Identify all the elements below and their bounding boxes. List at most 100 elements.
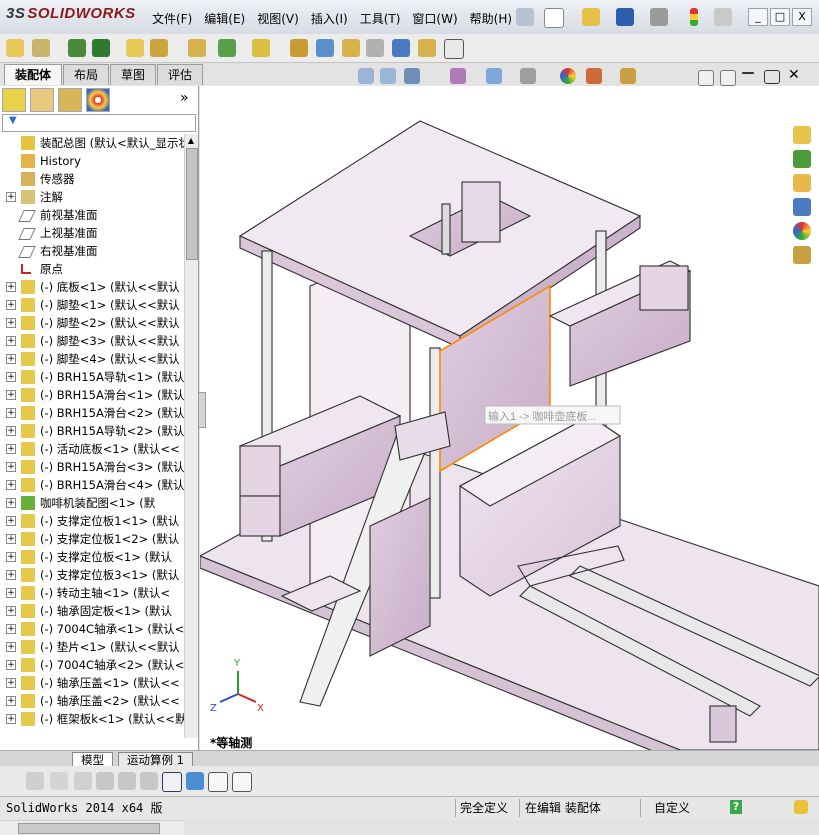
configuration-manager-tab-icon[interactable] [58, 88, 82, 112]
tree-item[interactable]: + (-) 转动主轴<1> (默认< [0, 584, 184, 602]
tree-item[interactable]: + (-) 7004C轴承<2> (默认< [0, 656, 184, 674]
tree-expand-icon[interactable]: + [6, 480, 16, 490]
print-icon[interactable] [650, 8, 668, 26]
tree-expand-icon[interactable]: + [6, 300, 16, 310]
view-orientation-icon[interactable] [486, 68, 502, 84]
insert-component-icon[interactable] [6, 39, 24, 57]
tree-item[interactable]: + (-) BRH15A滑台<4> (默认 [0, 476, 184, 494]
feature-manager-tab-icon[interactable] [2, 88, 26, 112]
tag-icon[interactable] [794, 800, 808, 814]
show-hidden-icon[interactable] [150, 39, 168, 57]
split-view-icon[interactable] [140, 772, 158, 790]
instant3d-icon[interactable] [418, 39, 436, 57]
tree-horizontal-scrollbar[interactable] [0, 820, 184, 835]
menu-window[interactable]: 窗口(W) [406, 8, 463, 29]
tree-vertical-scrollbar[interactable]: ▲ [184, 134, 198, 738]
options-gear-icon[interactable] [714, 8, 732, 26]
tree-expand-icon[interactable]: + [6, 534, 16, 544]
tree-item[interactable]: + (-) 脚垫<4> (默认<<默认 [0, 350, 184, 368]
graphics-viewport[interactable]: 输入1 -> 咖啡壶底板... Y X Z *等轴测 [200, 86, 819, 750]
save-icon[interactable] [616, 8, 634, 26]
reference-geometry-icon[interactable] [218, 39, 236, 57]
menu-tools[interactable]: 工具(T) [354, 8, 407, 29]
tree-expand-icon[interactable]: + [6, 192, 16, 202]
new-motion-study-icon[interactable] [252, 39, 270, 57]
two-view-icon[interactable] [208, 772, 228, 792]
viewport-restore-icon[interactable] [764, 70, 780, 84]
list-view-icon[interactable] [96, 772, 114, 790]
viewport-minimize-icon[interactable] [742, 72, 754, 74]
property-manager-tab-icon[interactable] [30, 88, 54, 112]
split-horizontal-icon[interactable] [698, 70, 714, 86]
tree-item[interactable]: + (-) 活动底板<1> (默认<< [0, 440, 184, 458]
tree-item[interactable]: 右视基准面 [0, 242, 184, 260]
bill-of-materials-icon[interactable] [290, 39, 308, 57]
clearance-verification-icon[interactable] [392, 39, 410, 57]
menu-help[interactable]: 帮助(H) [464, 8, 518, 29]
tree-item[interactable]: + (-) 支撑定位板1<2> (默认 [0, 530, 184, 548]
exploded-view-icon[interactable] [316, 39, 334, 57]
zoom-to-fit-icon[interactable] [358, 68, 374, 84]
appearances-icon[interactable] [793, 222, 811, 240]
four-view-icon[interactable] [232, 772, 252, 792]
tree-item[interactable]: + (-) 垫片<1> (默认<<默认 [0, 638, 184, 656]
tree-item[interactable]: + (-) BRH15A滑台<1> (默认 [0, 386, 184, 404]
split-vertical-icon[interactable] [720, 70, 736, 86]
apply-scene-icon[interactable] [586, 68, 602, 84]
smart-fasteners-icon[interactable] [92, 39, 110, 57]
explode-line-sketch-icon[interactable] [342, 39, 360, 57]
tree-item[interactable]: + (-) 框架板k<1> (默认<<默 [0, 710, 184, 728]
tree-expand-icon[interactable]: + [6, 570, 16, 580]
tree-expand-icon[interactable]: + [6, 516, 16, 526]
grid-view-icon[interactable] [118, 772, 136, 790]
tree-expand-icon[interactable]: + [6, 372, 16, 382]
menu-insert[interactable]: 插入(I) [305, 8, 354, 29]
tree-expand-icon[interactable]: + [6, 336, 16, 346]
h-scroll-thumb[interactable] [18, 823, 160, 834]
help-icon[interactable]: ? [730, 800, 742, 814]
assembly-features-icon[interactable] [188, 39, 206, 57]
hidden-lines-icon[interactable] [74, 772, 92, 790]
tree-item[interactable]: + (-) 脚垫<3> (默认<<默认 [0, 332, 184, 350]
tree-expand-icon[interactable]: + [6, 462, 16, 472]
tree-expand-icon[interactable]: + [6, 588, 16, 598]
tab-evaluate[interactable]: 评估 [157, 64, 204, 85]
tree-item[interactable]: 传感器 [0, 170, 184, 188]
tree-item[interactable]: + (-) 脚垫<2> (默认<<默认 [0, 314, 184, 332]
tree-expand-icon[interactable]: + [6, 696, 16, 706]
single-view-icon[interactable] [186, 772, 204, 790]
tree-item[interactable]: + (-) 轴承固定板<1> (默认 [0, 602, 184, 620]
expand-panel-icon[interactable]: » [180, 90, 189, 106]
tree-item[interactable]: + (-) 支撑定位板<1> (默认 [0, 548, 184, 566]
scroll-thumb[interactable] [186, 148, 198, 260]
tree-item[interactable]: 前视基准面 [0, 206, 184, 224]
tree-expand-icon[interactable]: + [6, 390, 16, 400]
tree-expand-icon[interactable]: + [6, 642, 16, 652]
tree-expand-icon[interactable]: + [6, 552, 16, 562]
move-component-icon[interactable] [126, 39, 144, 57]
tree-expand-icon[interactable]: + [6, 354, 16, 364]
tree-expand-icon[interactable]: + [6, 660, 16, 670]
tree-item[interactable]: + (-) BRH15A滑台<3> (默认 [0, 458, 184, 476]
minimize-button[interactable]: _ [748, 8, 768, 26]
tree-item[interactable]: + (-) BRH15A滑台<2> (默认 [0, 404, 184, 422]
rebuild-traffic-light-icon[interactable] [690, 8, 698, 26]
tree-expand-icon[interactable]: + [6, 606, 16, 616]
panel-splitter[interactable] [198, 392, 206, 428]
tree-item[interactable]: + (-) 7004C轴承<1> (默认< [0, 620, 184, 638]
open-folder-icon[interactable] [582, 8, 600, 26]
shaded-edges-icon[interactable] [26, 772, 44, 790]
tree-expand-icon[interactable]: + [6, 318, 16, 328]
tree-item[interactable]: + (-) 脚垫<1> (默认<<默认 [0, 296, 184, 314]
tree-item[interactable]: + (-) 支撑定位板3<1> (默认 [0, 566, 184, 584]
edit-appearance-icon[interactable] [560, 68, 576, 84]
custom-properties-icon[interactable] [793, 246, 811, 264]
tree-item[interactable]: 装配总图 (默认<默认_显示状 [0, 134, 184, 152]
units-custom[interactable]: 自定义 [654, 800, 690, 816]
section-view-icon[interactable] [450, 68, 466, 84]
shaded-icon[interactable] [50, 772, 68, 790]
tree-expand-icon[interactable]: + [6, 678, 16, 688]
menu-file[interactable]: 文件(F) [146, 8, 198, 29]
zoom-to-area-icon[interactable] [380, 68, 396, 84]
large-assembly-mode-icon[interactable] [444, 39, 464, 59]
